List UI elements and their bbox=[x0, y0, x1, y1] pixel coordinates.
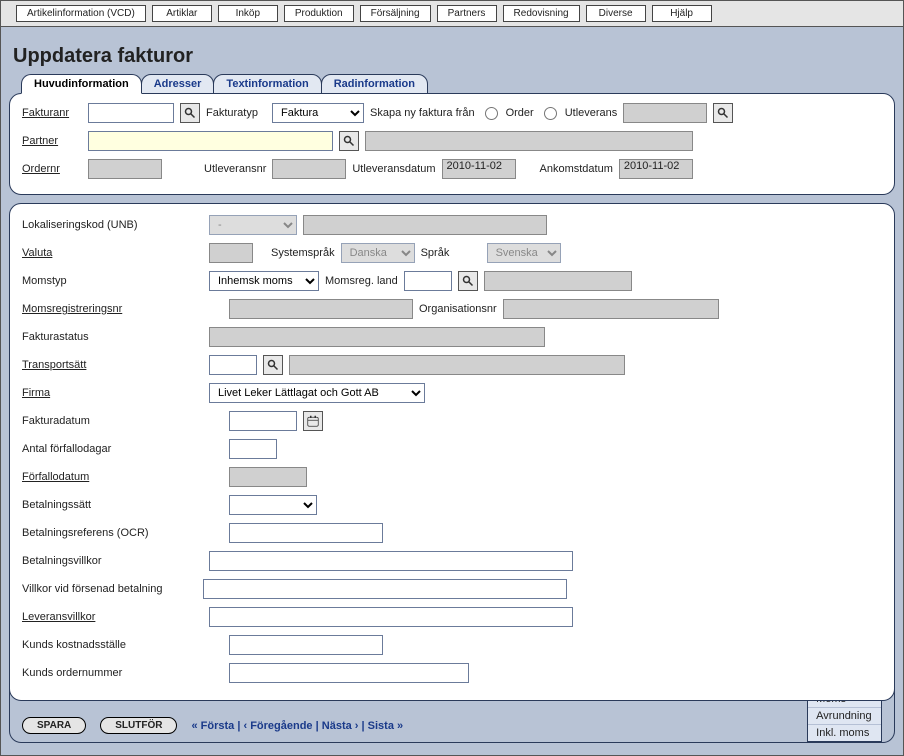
momsregistreringsnr-display bbox=[229, 299, 413, 319]
firma-select[interactable]: Livet Leker Lättlagat och Gott AB bbox=[209, 383, 425, 403]
summary-avrundning: Avrundning bbox=[808, 708, 881, 725]
menu-produktion[interactable]: Produktion bbox=[284, 5, 354, 22]
menubar: Artikelinformation (VCD) Artiklar Inköp … bbox=[1, 1, 903, 27]
transportsatt-text bbox=[289, 355, 625, 375]
ordernr-label[interactable]: Ordernr bbox=[22, 163, 82, 175]
menu-hjalp[interactable]: Hjälp bbox=[652, 5, 712, 22]
kunds-ordernummer-input[interactable] bbox=[229, 663, 469, 683]
systemsprak-label: Systemspråk bbox=[271, 247, 335, 259]
skapa-utleverans-label: Utleverans bbox=[565, 107, 618, 119]
tab-textinformation[interactable]: Textinformation bbox=[213, 74, 321, 94]
valuta-display bbox=[209, 243, 253, 263]
antal-forfallodagar-input[interactable] bbox=[229, 439, 277, 459]
betalningssatt-select[interactable] bbox=[229, 495, 317, 515]
skapa-ref-lookup-icon[interactable] bbox=[713, 103, 733, 123]
momsreg-land-label: Momsreg. land bbox=[325, 275, 398, 287]
lokaliseringskod-select: - bbox=[209, 215, 297, 235]
menu-forsaljning[interactable]: Försäljning bbox=[360, 5, 431, 22]
pager-next[interactable]: Nästa › bbox=[322, 720, 359, 732]
summary-inkl-moms: Inkl. moms bbox=[808, 725, 881, 741]
skapa-order-label: Order bbox=[506, 107, 534, 119]
pager-prev[interactable]: ‹ Föregående bbox=[243, 720, 312, 732]
fakturanr-label[interactable]: Fakturanr bbox=[22, 107, 82, 119]
forfallodatum-display bbox=[229, 467, 307, 487]
momsreg-land-lookup-icon[interactable] bbox=[458, 271, 478, 291]
tab-adresser[interactable]: Adresser bbox=[141, 74, 215, 94]
ankomstdatum-label: Ankomstdatum bbox=[540, 163, 613, 175]
page-title: Uppdatera fakturor bbox=[1, 27, 903, 74]
lokaliseringskod-label: Lokaliseringskod (UNB) bbox=[22, 219, 177, 231]
skapa-ref-display bbox=[623, 103, 707, 123]
transportsatt-input[interactable] bbox=[209, 355, 257, 375]
fakturatyp-select[interactable]: Faktura bbox=[272, 103, 364, 123]
slutfor-button[interactable]: SLUTFÖR bbox=[100, 717, 177, 734]
menu-artiklar[interactable]: Artiklar bbox=[152, 5, 212, 22]
utleveransnr-display bbox=[272, 159, 346, 179]
organisationsnr-label: Organisationsnr bbox=[419, 303, 497, 315]
skapa-order-radio[interactable] bbox=[485, 107, 498, 120]
skapa-utleverans-radio[interactable] bbox=[544, 107, 557, 120]
spara-button[interactable]: SPARA bbox=[22, 717, 86, 734]
momsregistreringsnr-label[interactable]: Momsregistreringsnr bbox=[22, 303, 177, 315]
menu-inkop[interactable]: Inköp bbox=[218, 5, 278, 22]
kunds-kostnadsstalle-label: Kunds kostnadsställe bbox=[22, 639, 177, 651]
sprak-label: Språk bbox=[421, 247, 481, 259]
betalningsreferens-label: Betalningsreferens (OCR) bbox=[22, 527, 177, 539]
fakturastatus-display bbox=[209, 327, 545, 347]
partner-input[interactable] bbox=[88, 131, 333, 151]
skapa-label: Skapa ny faktura från bbox=[370, 107, 475, 119]
fakturadatum-input[interactable] bbox=[229, 411, 297, 431]
systemsprak-select: Danska bbox=[341, 243, 415, 263]
momstyp-select[interactable]: Inhemsk moms bbox=[209, 271, 319, 291]
betalningsvillkor-label: Betalningsvillkor bbox=[22, 555, 177, 567]
fakturatyp-label: Fakturatyp bbox=[206, 107, 266, 119]
partner-label[interactable]: Partner bbox=[22, 135, 82, 147]
tab-row: Huvudinformation Adresser Textinformatio… bbox=[1, 74, 903, 94]
betalningssatt-label: Betalningssätt bbox=[22, 499, 177, 511]
fakturanr-lookup-icon[interactable] bbox=[180, 103, 200, 123]
tab-radinformation[interactable]: Radinformation bbox=[321, 74, 428, 94]
momsreg-land-text bbox=[484, 271, 632, 291]
ordernr-display bbox=[88, 159, 162, 179]
partner-lookup-icon[interactable] bbox=[339, 131, 359, 151]
villkor-forsenad-input[interactable] bbox=[203, 579, 567, 599]
momstyp-label: Momstyp bbox=[22, 275, 177, 287]
utleveransnr-label: Utleveransnr bbox=[204, 163, 266, 175]
partner-name-display bbox=[365, 131, 693, 151]
organisationsnr-display bbox=[503, 299, 719, 319]
fakturanr-input[interactable] bbox=[88, 103, 174, 123]
valuta-label[interactable]: Valuta bbox=[22, 247, 177, 259]
villkor-forsenad-label: Villkor vid försenad betalning bbox=[22, 583, 197, 595]
kunds-kostnadsstalle-input[interactable] bbox=[229, 635, 383, 655]
pager-last[interactable]: Sista » bbox=[368, 720, 403, 732]
main-panel: Lokaliseringskod (UNB) - Valuta Systemsp… bbox=[9, 203, 895, 701]
pager-first[interactable]: « Första bbox=[191, 720, 234, 732]
leveransvillkor-input[interactable] bbox=[209, 607, 573, 627]
betalningsvillkor-input[interactable] bbox=[209, 551, 573, 571]
menu-partners[interactable]: Partners bbox=[437, 5, 497, 22]
tab-huvudinformation[interactable]: Huvudinformation bbox=[21, 74, 142, 94]
betalningsreferens-input[interactable] bbox=[229, 523, 383, 543]
menu-redovisning[interactable]: Redovisning bbox=[503, 5, 580, 22]
calendar-icon[interactable] bbox=[303, 411, 323, 431]
menu-diverse[interactable]: Diverse bbox=[586, 5, 646, 22]
ankomstdatum-display: 2010-11-02 bbox=[619, 159, 693, 179]
firma-label[interactable]: Firma bbox=[22, 387, 177, 399]
transportsatt-lookup-icon[interactable] bbox=[263, 355, 283, 375]
header-panel: Fakturanr Fakturatyp Faktura Skapa ny fa… bbox=[9, 93, 895, 195]
forfallodatum-label[interactable]: Förfallodatum bbox=[22, 471, 177, 483]
fakturadatum-label: Fakturadatum bbox=[22, 415, 177, 427]
transportsatt-label[interactable]: Transportsätt bbox=[22, 359, 177, 371]
utleveransdatum-display: 2010-11-02 bbox=[442, 159, 516, 179]
fakturastatus-label: Fakturastatus bbox=[22, 331, 177, 343]
kunds-ordernummer-label: Kunds ordernummer bbox=[22, 667, 177, 679]
menu-artikelinformation[interactable]: Artikelinformation (VCD) bbox=[16, 5, 146, 22]
leveransvillkor-label[interactable]: Leveransvillkor bbox=[22, 611, 177, 623]
utleveransdatum-label: Utleveransdatum bbox=[352, 163, 435, 175]
pager: « Första | ‹ Föregående | Nästa › | Sist… bbox=[191, 720, 403, 732]
momsreg-land-input[interactable] bbox=[404, 271, 452, 291]
sprak-select: Svenska bbox=[487, 243, 561, 263]
antal-forfallodagar-label: Antal förfallodagar bbox=[22, 443, 177, 455]
lokaliseringskod-text bbox=[303, 215, 547, 235]
